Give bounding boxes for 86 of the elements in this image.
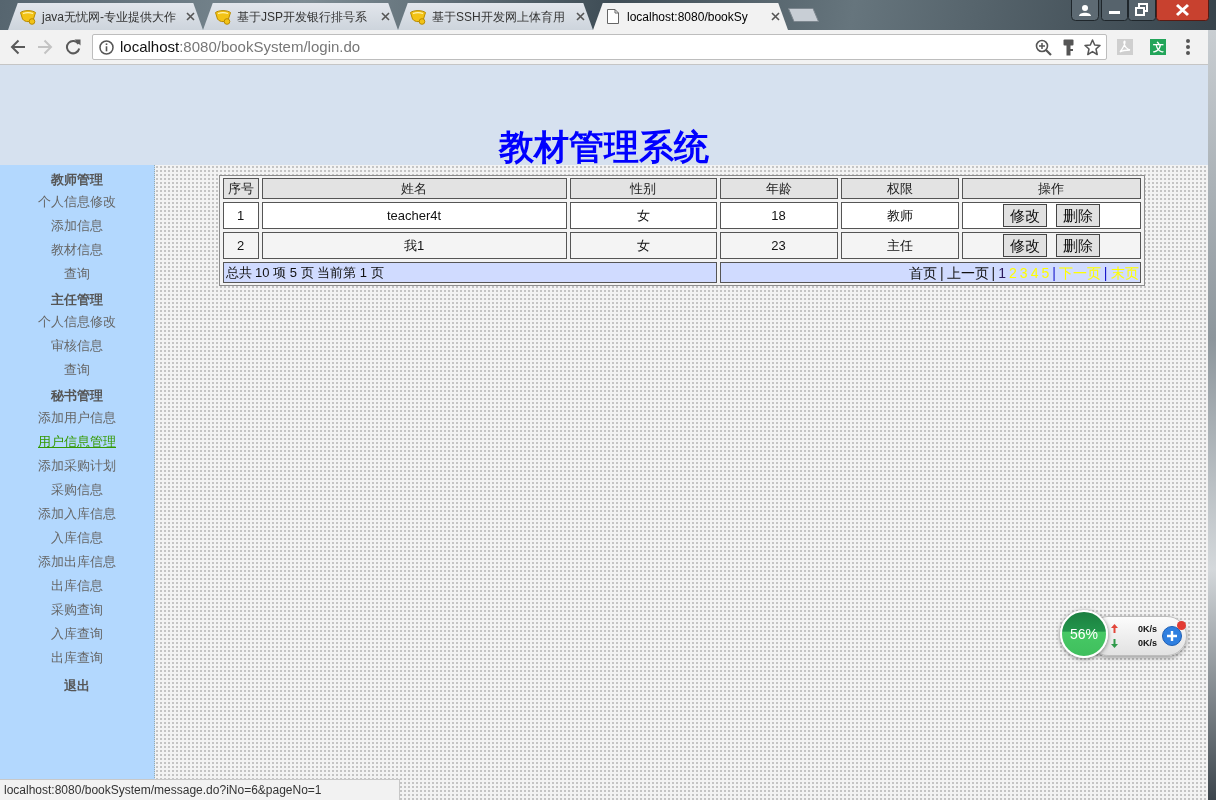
column-header: 性别: [569, 178, 717, 199]
pager-text: 上一页: [946, 264, 989, 281]
sidebar-link[interactable]: 个人信息修改: [38, 194, 116, 210]
sidebar-link[interactable]: 用户信息管理: [38, 434, 116, 450]
browser-tab[interactable]: localhost:8080/bookSy: [593, 3, 788, 30]
column-header: 权限: [840, 178, 959, 199]
sidebar-link[interactable]: 采购信息: [51, 482, 103, 498]
url-text: localhost:8080/bookSystem/login.do: [120, 38, 361, 56]
star-icon[interactable]: [1084, 38, 1101, 56]
reload-icon[interactable]: [65, 39, 81, 55]
sidebar-link[interactable]: 采购查询: [51, 602, 103, 618]
site-logo-icon: [20, 8, 36, 25]
column-header: 年龄: [719, 178, 838, 199]
sidebar-heading: 教师管理: [51, 171, 103, 189]
menu-icon[interactable]: [1186, 39, 1190, 55]
logout-link[interactable]: 退出: [64, 676, 90, 696]
sidebar-link[interactable]: 查询: [64, 266, 90, 282]
close-icon[interactable]: [771, 12, 780, 21]
browser-tab[interactable]: 基于JSP开发银行排号系: [203, 3, 398, 30]
close-icon[interactable]: [576, 12, 585, 21]
minimize-icon[interactable]: [1101, 0, 1128, 21]
close-icon[interactable]: [1156, 0, 1209, 21]
edit-button[interactable]: 修改: [1002, 234, 1047, 257]
up-arrow-icon: [1111, 624, 1118, 633]
table-cell: 我1: [261, 232, 567, 259]
download-speed: 0K/s: [1138, 638, 1157, 648]
close-icon[interactable]: [186, 12, 195, 21]
back-icon[interactable]: [10, 39, 26, 55]
browser-tab[interactable]: java无忧网-专业提供大作: [8, 3, 203, 30]
down-arrow-icon: [1111, 639, 1118, 648]
sidebar-link[interactable]: 添加用户信息: [38, 410, 116, 426]
column-header: 姓名: [261, 178, 567, 199]
sidebar-link[interactable]: 查询: [64, 362, 90, 378]
info-icon[interactable]: [99, 39, 114, 55]
key-icon[interactable]: [1063, 38, 1074, 56]
pager-separator: |: [939, 264, 944, 281]
address-bar[interactable]: localhost:8080/bookSystem/login.do: [92, 34, 1107, 60]
upload-speed: 0K/s: [1138, 624, 1157, 634]
notification-dot-icon: [1177, 621, 1186, 630]
sidebar-link[interactable]: 添加采购计划: [38, 458, 116, 474]
edit-button[interactable]: 修改: [1002, 204, 1047, 227]
table-cell: 主任: [840, 232, 959, 259]
sidebar-link[interactable]: 添加入库信息: [38, 506, 116, 522]
column-header: 序号: [222, 178, 259, 199]
delete-button[interactable]: 删除: [1055, 204, 1100, 227]
percent-text: 56%: [1070, 626, 1098, 642]
table-cell: 女: [569, 202, 717, 229]
close-icon[interactable]: [381, 12, 390, 21]
translate-button[interactable]: 文: [1150, 39, 1166, 55]
sidebar-link[interactable]: 出库查询: [51, 650, 103, 666]
table-cell: 教师: [840, 202, 959, 229]
table-cell: 23: [719, 232, 838, 259]
sidebar-link[interactable]: 个人信息修改: [38, 314, 116, 330]
restore-icon[interactable]: [1128, 0, 1156, 21]
pager-separator: |: [1103, 264, 1108, 281]
current-page-number: 1: [998, 264, 1007, 281]
table-cell: 女: [569, 232, 717, 259]
sidebar-heading: 秘书管理: [51, 387, 103, 405]
zoom-icon[interactable]: [1035, 38, 1052, 56]
sidebar-link[interactable]: 审核信息: [51, 338, 103, 354]
sidebar-link[interactable]: 添加出库信息: [38, 554, 116, 570]
pager-text: 首页: [908, 264, 937, 281]
table-cell: 2: [222, 232, 259, 259]
new-tab-button[interactable]: [788, 8, 819, 22]
table-cell: teacher4t: [261, 202, 567, 229]
sidebar-link[interactable]: 教材信息: [51, 242, 103, 258]
delete-button[interactable]: 删除: [1055, 234, 1100, 257]
sidebar-link[interactable]: 出库信息: [51, 578, 103, 594]
browser-tab[interactable]: 基于SSH开发网上体育用: [398, 3, 593, 30]
page-title: 教材管理系统: [499, 129, 709, 165]
page-icon: [607, 9, 619, 24]
table-cell: 18: [719, 202, 838, 229]
status-bar: localhost:8080/bookSystem/message.do?iNo=6&pageNo=1: [0, 779, 400, 800]
site-logo-icon: [410, 8, 426, 25]
page-summary: 总共 10 项 5 页 当前第 1 页: [222, 262, 717, 283]
column-header: 操作: [961, 178, 1141, 199]
sidebar-heading: 主任管理: [51, 291, 103, 309]
user-icon[interactable]: [1071, 0, 1099, 21]
site-logo-icon: [215, 8, 231, 25]
sidebar-link[interactable]: 入库查询: [51, 626, 103, 642]
pager-separator: |: [991, 264, 996, 281]
pager-separator: |: [1052, 264, 1056, 281]
sidebar-link[interactable]: 添加信息: [51, 218, 103, 234]
table-cell: 1: [222, 202, 259, 229]
sidebar-link[interactable]: 入库信息: [51, 530, 103, 546]
plus-icon[interactable]: [1162, 626, 1182, 646]
